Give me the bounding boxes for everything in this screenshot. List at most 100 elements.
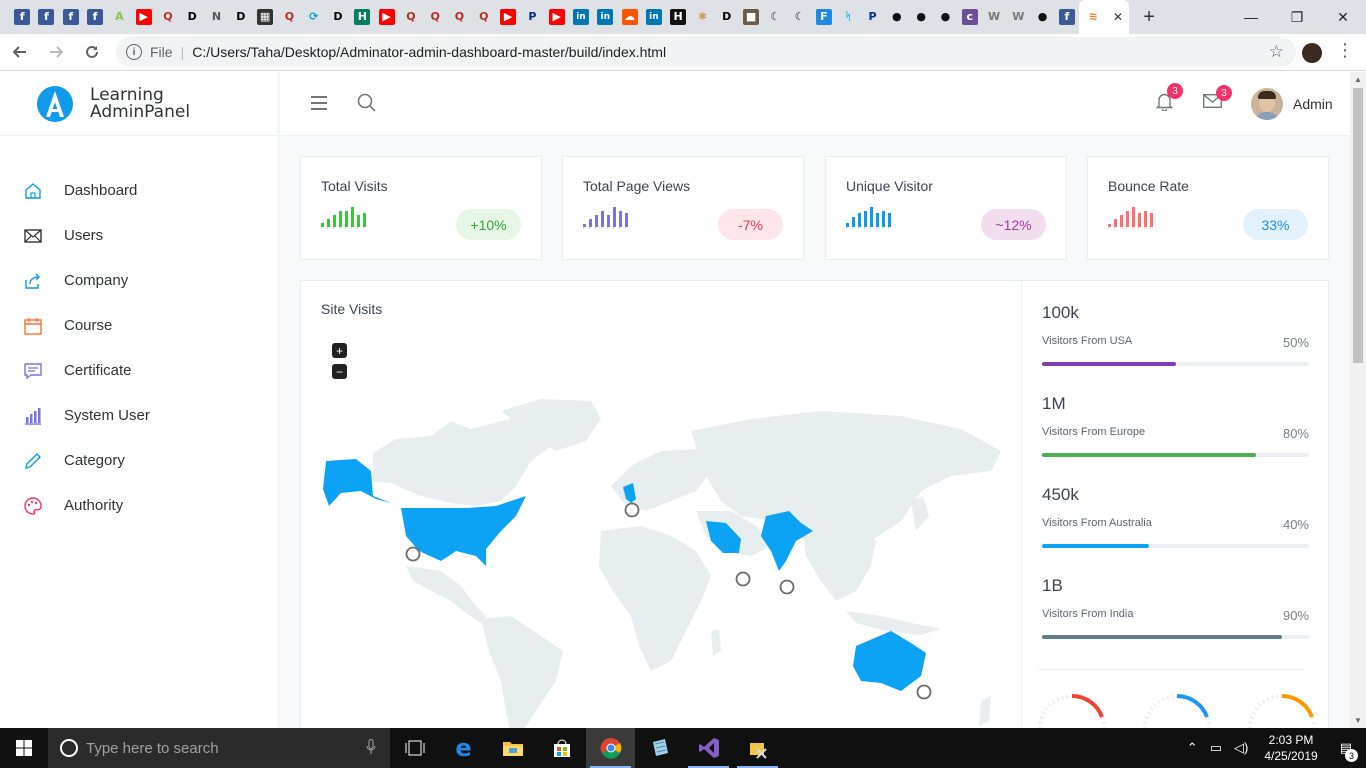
sidebar-item-dashboard[interactable]: Dashboard	[0, 168, 278, 213]
forward-button[interactable]	[40, 36, 72, 68]
browser-tab[interactable]: W	[1006, 0, 1030, 34]
action-center-button[interactable]: ▤ 3	[1340, 740, 1358, 762]
taskbar-file-explorer[interactable]	[488, 728, 537, 768]
task-view-button[interactable]	[390, 728, 439, 768]
taskbar-store[interactable]	[537, 728, 586, 768]
browser-tab[interactable]: A	[107, 0, 131, 34]
browser-tab[interactable]: f	[1055, 0, 1079, 34]
browser-tab[interactable]: ▶	[374, 0, 398, 34]
browser-tab[interactable]: Q	[447, 0, 471, 34]
taskbar-visual-studio[interactable]	[684, 728, 733, 768]
world-map[interactable]	[301, 391, 1021, 728]
browser-tab[interactable]: W	[982, 0, 1006, 34]
scroll-thumb[interactable]	[1353, 88, 1363, 363]
browser-tab[interactable]: N	[204, 0, 228, 34]
browser-tab[interactable]: F	[812, 0, 836, 34]
scroll-up-icon[interactable]: ▲	[1354, 75, 1362, 84]
close-tab-icon[interactable]: ✕	[1113, 10, 1123, 24]
sidebar-item-system-user[interactable]: System User	[0, 393, 278, 438]
browser-tab[interactable]: Q	[277, 0, 301, 34]
taskbar-edge[interactable]: e	[439, 728, 488, 768]
browser-tab[interactable]: ⟳	[302, 0, 326, 34]
info-icon[interactable]: i	[126, 44, 142, 60]
back-button[interactable]	[4, 36, 36, 68]
browser-tab[interactable]: P	[520, 0, 544, 34]
reload-button[interactable]	[76, 36, 108, 68]
browser-tab[interactable]: ᛋ	[836, 0, 860, 34]
browser-tab[interactable]: ●	[933, 0, 957, 34]
browser-tab[interactable]: ✱	[690, 0, 714, 34]
address-bar[interactable]: i File | C:/Users/Taha/Desktop/Adminator…	[116, 37, 1296, 67]
browser-tab[interactable]: ☁	[617, 0, 641, 34]
browser-tab[interactable]: f	[10, 0, 34, 34]
browser-tab[interactable]: in	[569, 0, 593, 34]
browser-tab[interactable]: Q	[472, 0, 496, 34]
browser-tab[interactable]: ●	[885, 0, 909, 34]
browser-tab[interactable]: ▶	[545, 0, 569, 34]
browser-tab[interactable]: ■	[739, 0, 763, 34]
sidebar-item-certificate[interactable]: Certificate	[0, 348, 278, 393]
browser-tab[interactable]: Q	[156, 0, 180, 34]
browser-tab[interactable]: f	[59, 0, 83, 34]
browser-tab[interactable]: D	[180, 0, 204, 34]
search-icon[interactable]	[357, 93, 376, 112]
messages-badge: 3	[1216, 85, 1232, 101]
minimize-button[interactable]: —	[1228, 0, 1274, 34]
map-mexico-central-america	[406, 566, 486, 623]
browser-tab[interactable]: ☾	[763, 0, 787, 34]
browser-tab[interactable]: in	[642, 0, 666, 34]
sidebar-item-course[interactable]: Course	[0, 303, 278, 348]
browser-menu-icon[interactable]: ⋮	[1336, 40, 1354, 61]
clock[interactable]: 2:03 PM 4/25/2019	[1264, 732, 1317, 764]
browser-tab[interactable]: ▶	[131, 0, 155, 34]
battery-icon[interactable]: ▭	[1210, 740, 1222, 756]
sidebar-item-category[interactable]: Category	[0, 438, 278, 483]
page-scrollbar[interactable]: ▲ ▼	[1350, 72, 1366, 728]
scroll-down-icon[interactable]: ▼	[1354, 716, 1362, 725]
volume-icon[interactable]: ◁)	[1234, 740, 1248, 756]
sidebar-item-authority[interactable]: Authority	[0, 483, 278, 528]
profile-avatar[interactable]	[1302, 43, 1322, 63]
browser-tab[interactable]: H	[666, 0, 690, 34]
messages-button[interactable]: 3	[1202, 85, 1232, 113]
browser-tab[interactable]: H	[350, 0, 374, 34]
browser-tab[interactable]: D	[326, 0, 350, 34]
browser-tab[interactable]: f	[34, 0, 58, 34]
browser-tab[interactable]: ▶	[496, 0, 520, 34]
browser-tab[interactable]: P	[860, 0, 884, 34]
map-zoom-out-button[interactable]: −	[332, 364, 347, 379]
maximize-button[interactable]: ❐	[1274, 0, 1320, 34]
browser-tab[interactable]: ☾	[788, 0, 812, 34]
browser-tab[interactable]: Q	[423, 0, 447, 34]
start-button[interactable]	[0, 728, 48, 768]
browser-tab[interactable]: in	[593, 0, 617, 34]
taskbar-chrome[interactable]	[586, 728, 635, 768]
browser-tab[interactable]: D	[715, 0, 739, 34]
browser-tab[interactable]: ●	[909, 0, 933, 34]
tray-chevron-icon[interactable]: ⌃	[1187, 740, 1198, 756]
browser-tab[interactable]: ●	[1030, 0, 1054, 34]
browser-tab[interactable]: ▦	[253, 0, 277, 34]
close-window-button[interactable]: ✕	[1320, 0, 1366, 34]
youtube-icon: ▶	[548, 9, 565, 25]
map-zoom-in-button[interactable]: +	[332, 343, 347, 358]
browser-tab[interactable]: D	[229, 0, 253, 34]
bookmark-star-icon[interactable]: ☆	[1269, 42, 1284, 62]
taskbar-search[interactable]: Type here to search	[48, 728, 390, 768]
user-avatar[interactable]	[1251, 88, 1283, 120]
active-tab[interactable]: ≋ ✕	[1079, 0, 1130, 34]
browser-tab[interactable]: Q	[399, 0, 423, 34]
new-tab-button[interactable]: +	[1135, 6, 1163, 29]
notifications-button[interactable]: 3	[1155, 83, 1183, 116]
sidebar-item-users[interactable]: Users	[0, 213, 278, 258]
sparkline-chart	[321, 207, 369, 229]
sidebar-item-label: Company	[64, 272, 129, 289]
taskbar-tools-app[interactable]	[733, 728, 782, 768]
taskbar-notes-app[interactable]	[635, 728, 684, 768]
user-name[interactable]: Admin	[1293, 96, 1333, 112]
browser-tab[interactable]: f	[83, 0, 107, 34]
sidebar-item-company[interactable]: Company	[0, 258, 278, 303]
brand[interactable]: Learning AdminPanel	[0, 72, 278, 136]
menu-toggle-icon[interactable]	[311, 96, 327, 110]
browser-tab[interactable]: c	[958, 0, 982, 34]
